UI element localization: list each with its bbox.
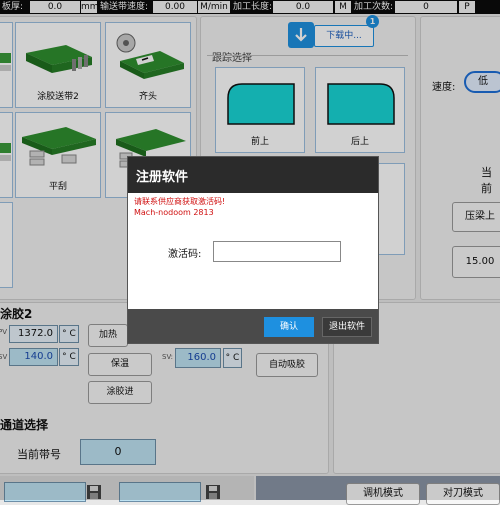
dialog-header: 注册软件 — [128, 157, 378, 193]
activation-code-label: 激活码: — [168, 249, 202, 260]
confirm-button[interactable]: 确认 — [264, 317, 314, 337]
activation-code-input[interactable] — [213, 241, 341, 262]
dialog-footer: 确认 退出软件 — [128, 309, 378, 343]
register-dialog: 注册软件 请联系供应商获取激活码! Mach-nodoom 2813 激活码: … — [127, 156, 379, 344]
error-message-line1: 请联系供应商获取激活码! — [134, 197, 226, 206]
exit-software-button[interactable]: 退出软件 — [322, 317, 372, 337]
error-message-line2: Mach-nodoom 2813 — [134, 208, 214, 217]
dialog-title: 注册软件 — [136, 170, 189, 185]
